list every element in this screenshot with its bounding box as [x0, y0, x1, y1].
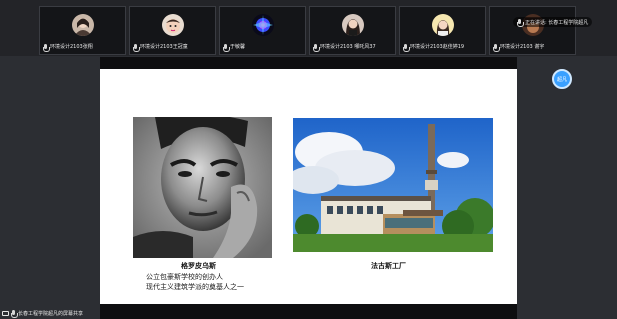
participant-avatar [71, 14, 94, 36]
participant-tile[interactable]: 环境设计2103张翔 [39, 6, 126, 55]
description-line: 现代主义建筑学派的奠基人之一 [146, 283, 244, 291]
mic-icon [517, 18, 524, 27]
portrait-photo [133, 117, 272, 258]
factory-photo [293, 118, 493, 252]
participant-name: 环境设计2103张翔 [50, 44, 93, 50]
participant-name: 环境设计2103 哪吒风37 [320, 44, 376, 50]
participant-avatar [161, 14, 184, 36]
portrait-description: 公立包豪斯学校的创办人 现代主义建筑学派的奠基人之一 [146, 272, 244, 292]
mic-icon [313, 44, 320, 52]
speaking-label: 正在讲话: 长春工程学院超凡 [525, 19, 589, 26]
mic-icon [223, 44, 230, 52]
description-line: 公立包豪斯学校的创办人 [146, 273, 223, 281]
portrait-caption: 格罗皮乌斯 [181, 262, 216, 270]
participant-tile[interactable]: 环境设计2103 哪吒风37 [309, 6, 396, 55]
participant-tile[interactable]: 环境设计2103赵佳婷19 [399, 6, 486, 55]
factory-caption: 法古斯工厂 [371, 262, 406, 270]
participant-name: 环境设计2103王冠童 [140, 44, 188, 50]
mic-icon [493, 44, 500, 52]
share-owner-label: 长春工程学院超凡的屏幕共享 [18, 311, 84, 317]
self-avatar-label: 超凡 [556, 76, 567, 83]
self-avatar-button[interactable]: 超凡 [552, 69, 572, 89]
mic-icon [43, 44, 50, 52]
participant-name: 于敏馨 [230, 44, 246, 50]
share-status-bar: 长春工程学院超凡的屏幕共享 [0, 308, 83, 319]
presentation-slide: 格罗皮乌斯 法古斯工厂 公立包豪斯学校的创办人 现代主义建筑学派的奠基人之一 [100, 69, 517, 304]
participant-name: 环境设计2103赵佳婷19 [410, 44, 465, 50]
mic-icon [133, 44, 140, 52]
mic-icon [403, 44, 410, 52]
participant-tile[interactable]: 于敏馨 [219, 6, 306, 55]
participant-strip: 环境设计2103张翔 环境设计2103王冠童 于敏馨 环境设计2103 哪吒风3… [0, 0, 617, 56]
participant-avatar [341, 14, 364, 36]
meeting-window: 环境设计2103张翔 环境设计2103王冠童 于敏馨 环境设计2103 哪吒风3… [0, 0, 617, 319]
participant-tile[interactable]: 环境设计2103 谢宇 [489, 6, 576, 55]
participant-name: 环境设计2103 谢宇 [500, 44, 545, 50]
mic-icon [11, 310, 18, 318]
speaking-indicator: 正在讲话: 长春工程学院超凡 [513, 17, 593, 27]
participant-avatar [431, 14, 454, 36]
participant-tile[interactable]: 环境设计2103王冠童 [129, 6, 216, 55]
participant-avatar [251, 14, 274, 36]
screen-share-icon [2, 311, 9, 316]
